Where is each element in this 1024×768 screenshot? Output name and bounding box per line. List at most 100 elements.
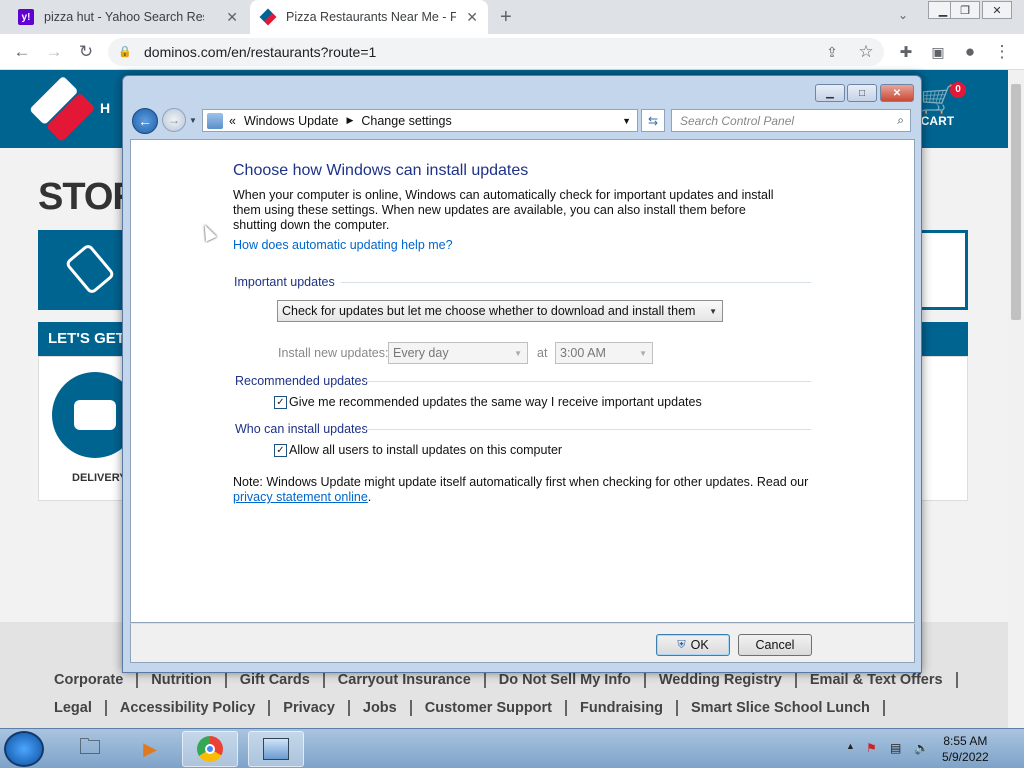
volume-icon[interactable]: 🔈	[914, 741, 929, 755]
tab-dominos[interactable]: Pizza Restaurants Near Me - Find ✕	[250, 0, 488, 34]
divider	[365, 429, 811, 430]
show-hidden-icons[interactable]: ▲	[846, 741, 855, 751]
footer-link[interactable]: Corporate	[54, 672, 139, 688]
side-panel-icon[interactable]: ▣	[926, 40, 950, 64]
cancel-button[interactable]: Cancel	[738, 634, 812, 656]
dropdown-arrow-icon: ▼	[709, 306, 717, 316]
cancel-label: Cancel	[755, 638, 795, 652]
control-panel-icon	[207, 112, 223, 129]
dropdown-arrow-icon: ▼	[639, 348, 647, 358]
network-icon[interactable]: ▤	[890, 741, 901, 755]
install-day-select[interactable]: Every day ▼	[388, 342, 528, 364]
footer-link[interactable]: Privacy	[270, 700, 350, 716]
dominos-logo[interactable]	[28, 75, 99, 147]
browser-toolbar: ← → ↻ 🔒 dominos.com/en/restaurants?route…	[0, 34, 1024, 70]
breadcrumb-separator-icon[interactable]: ▶	[346, 115, 353, 126]
search-placeholder: Search Control Panel	[680, 113, 795, 128]
at-label: at	[537, 346, 548, 360]
allow-all-users-checkbox[interactable]: ✓	[274, 444, 287, 457]
tab-search-icon[interactable]: ⌄	[898, 8, 908, 22]
explorer-taskbar-button[interactable]: 🗀	[62, 731, 118, 767]
recommended-checkbox-label[interactable]: Give me recommended updates the same way…	[289, 395, 702, 410]
profile-icon[interactable]: ●	[958, 40, 982, 64]
media-player-taskbar-button[interactable]: ▶	[122, 731, 178, 767]
cart-button[interactable]: 🛒 0 CART	[920, 82, 966, 128]
tab-yahoo[interactable]: y! pizza hut - Yahoo Search Results ✕	[8, 0, 248, 34]
address-bar[interactable]: 🔒 dominos.com/en/restaurants?route=1	[108, 38, 884, 66]
cart-label: CART	[920, 114, 955, 128]
clock[interactable]: 8:55 AM 5/9/2022	[942, 733, 989, 765]
page-scrollbar[interactable]	[1008, 70, 1024, 728]
search-icon[interactable]: ⌕	[897, 113, 904, 128]
dialog-maximize-icon[interactable]: □	[847, 84, 877, 102]
delivery-label: DELIVERY	[72, 472, 127, 484]
footer-link[interactable]: Accessibility Policy	[107, 700, 271, 716]
refresh-icon[interactable]: ⇆	[641, 109, 665, 132]
dialog-content: Choose how Windows can install updates W…	[130, 139, 915, 623]
breadcrumb-prefix[interactable]: «	[229, 114, 236, 128]
who-can-install-heading: Who can install updates	[235, 422, 368, 436]
dialog-close-icon[interactable]: ✕	[880, 84, 914, 102]
footer-link[interactable]: Fundraising	[567, 700, 678, 716]
extensions-icon[interactable]: ✚	[894, 40, 918, 64]
reload-icon[interactable]: ↻	[74, 40, 98, 64]
taskbar: 🗀 ▶ ▲ ⚑ ▤ 🔈 8:55 AM 5/9/2022	[0, 728, 1024, 768]
dominos-icon	[259, 8, 277, 26]
uac-shield-icon: ⛨	[677, 638, 686, 651]
windows-update-dialog: ▁ □ ✕ ← → ▼ « Windows Update ▶ Change se…	[122, 75, 922, 673]
dialog-button-bar: ⛨ OK Cancel	[130, 623, 915, 663]
chrome-icon	[197, 736, 223, 762]
back-icon[interactable]: ←	[10, 40, 34, 64]
chrome-taskbar-button[interactable]	[182, 731, 238, 767]
recent-pages-icon[interactable]: ▼	[189, 116, 197, 125]
recommended-checkbox[interactable]: ✓	[274, 396, 287, 409]
footer-link[interactable]: Legal	[54, 700, 107, 716]
important-updates-heading: Important updates	[234, 275, 335, 289]
tag-tile[interactable]	[38, 230, 128, 310]
close-icon[interactable]: ✕	[982, 1, 1012, 19]
close-tab-icon[interactable]: ✕	[466, 9, 478, 26]
footer-link[interactable]: Carryout Insurance	[325, 672, 486, 688]
nav-back-icon[interactable]: ←	[132, 108, 158, 134]
dialog-minimize-icon[interactable]: ▁	[815, 84, 845, 102]
control-panel-taskbar-button[interactable]	[248, 731, 304, 767]
breadcrumb-change-settings[interactable]: Change settings	[361, 114, 451, 128]
forward-icon[interactable]: →	[42, 40, 66, 64]
divider	[341, 282, 811, 283]
start-button[interactable]	[4, 731, 44, 767]
footer-link[interactable]: Gift Cards	[227, 672, 325, 688]
control-panel-address-bar[interactable]: « Windows Update ▶ Change settings ▼	[202, 109, 638, 132]
tab-title: pizza hut - Yahoo Search Results	[44, 10, 204, 24]
nav-forward-icon[interactable]: →	[162, 108, 186, 132]
note-text: Note: Windows Update might update itself…	[233, 475, 813, 505]
footer-link[interactable]: Customer Support	[412, 700, 568, 716]
footer-link[interactable]: Smart Slice School Lunch	[678, 700, 885, 716]
breadcrumb-windows-update[interactable]: Windows Update	[244, 114, 339, 128]
footer-link[interactable]: Jobs	[350, 700, 412, 716]
footer-link[interactable]: Wedding Registry	[646, 672, 797, 688]
allow-all-users-label[interactable]: Allow all users to install updates on th…	[289, 443, 562, 458]
close-tab-icon[interactable]: ✕	[226, 9, 238, 26]
footer-link[interactable]: Do Not Sell My Info	[486, 672, 646, 688]
search-control-panel-input[interactable]: Search Control Panel ⌕	[671, 109, 911, 132]
share-icon[interactable]: ⇪	[820, 40, 844, 64]
lock-icon: 🔒	[118, 46, 132, 58]
recommended-updates-heading: Recommended updates	[235, 374, 368, 388]
new-tab-icon[interactable]: +	[500, 6, 512, 29]
ok-button[interactable]: ⛨ OK	[656, 634, 730, 656]
scrollbar-thumb[interactable]	[1011, 84, 1021, 320]
restore-icon[interactable]: ❐	[950, 1, 980, 19]
help-link[interactable]: How does automatic updating help me?	[233, 238, 453, 252]
footer-link[interactable]: Nutrition	[138, 672, 227, 688]
important-updates-select[interactable]: Check for updates but let me choose whet…	[277, 300, 723, 322]
address-dropdown-icon[interactable]: ▼	[622, 116, 631, 126]
install-time-select[interactable]: 3:00 AM ▼	[555, 342, 653, 364]
action-center-icon[interactable]: ⚑	[866, 741, 877, 755]
menu-icon[interactable]: ⋮	[990, 40, 1014, 64]
bookmark-star-icon[interactable]: ☆	[854, 40, 878, 64]
tab-title: Pizza Restaurants Near Me - Find	[286, 10, 456, 24]
time: 8:55 AM	[943, 734, 988, 748]
yahoo-icon: y!	[18, 9, 34, 25]
footer-link[interactable]: Email & Text Offers	[797, 672, 958, 688]
privacy-statement-link[interactable]: privacy statement online	[233, 490, 368, 504]
